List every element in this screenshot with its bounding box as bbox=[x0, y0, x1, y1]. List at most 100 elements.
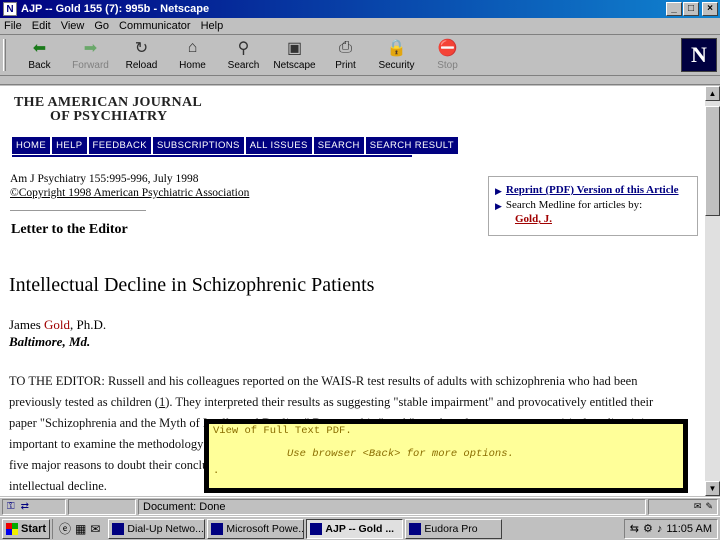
stop-icon: ⛔ bbox=[437, 40, 458, 57]
toolbar-label: Stop bbox=[437, 60, 458, 71]
task-label: Microsoft Powe... bbox=[226, 522, 305, 535]
maximize-button[interactable]: □ bbox=[683, 2, 699, 16]
nav-help[interactable]: HELP bbox=[52, 137, 87, 154]
windows-taskbar: Start ⓔ ▦ ✉ Dial-Up Netwo... Microsoft P… bbox=[0, 516, 720, 540]
toolbar-forward-button[interactable]: ➡ Forward bbox=[65, 36, 116, 71]
citation-block: Am J Psychiatry 155:995-996, July 1998 ©… bbox=[10, 172, 249, 200]
ie-icon[interactable]: ⓔ bbox=[59, 520, 71, 537]
journal-masthead[interactable]: THE AMERICAN JOURNAL OF PSYCHIATRY bbox=[14, 96, 202, 124]
medline-author-link[interactable]: Gold, J. bbox=[495, 213, 691, 225]
task-powerpoint[interactable]: Microsoft Powe... bbox=[207, 518, 305, 539]
site-nav: HOME HELP FEEDBACK SUBSCRIPTIONS ALL ISS… bbox=[12, 137, 458, 154]
toolbar-label: Search bbox=[227, 60, 260, 71]
vertical-scrollbar[interactable]: ▲ ▼ bbox=[705, 86, 720, 496]
toolbar-netscape-button[interactable]: ▣ Netscape bbox=[269, 36, 320, 71]
nav-divider bbox=[12, 155, 412, 157]
medline-row: ▶ Search Medline for articles by: bbox=[495, 198, 691, 213]
body-text-segment: previously tested as children ( bbox=[9, 395, 159, 409]
author-suffix: , Ph.D. bbox=[70, 317, 107, 332]
toolbar-label: Security bbox=[378, 60, 415, 71]
task-label: Eudora Pro bbox=[424, 522, 478, 535]
netscape-task-icon bbox=[310, 522, 323, 535]
toolbar-search-button[interactable]: ⚲ Search bbox=[218, 36, 269, 71]
nav-all-issues[interactable]: ALL ISSUES bbox=[245, 137, 312, 154]
scroll-up-button[interactable]: ▲ bbox=[705, 86, 720, 101]
print-icon: ⎙ bbox=[339, 39, 352, 56]
task-label: Dial-Up Netwo... bbox=[127, 522, 204, 535]
toolbar-home-button[interactable]: ⌂ Home bbox=[167, 36, 218, 71]
pdf-notice-popup: View of Full Text PDF. Use browser <Back… bbox=[204, 419, 688, 493]
article-tools-box: ▶ Reprint (PDF) Version of this Article … bbox=[488, 176, 698, 236]
clock[interactable]: 11:05 AM bbox=[666, 523, 712, 535]
speaker-icon[interactable]: ♪ bbox=[657, 523, 663, 535]
online-icon[interactable]: ⇄ bbox=[21, 501, 29, 512]
security-key-icon[interactable]: ⚿ bbox=[7, 501, 15, 512]
nav-home[interactable]: HOME bbox=[12, 137, 51, 154]
windows-flag-icon bbox=[6, 522, 18, 535]
menu-view[interactable]: View bbox=[61, 20, 85, 32]
close-button[interactable]: × bbox=[702, 2, 718, 16]
menu-edit[interactable]: Edit bbox=[32, 20, 51, 32]
toolbar-stop-button[interactable]: ⛔ Stop bbox=[422, 36, 473, 71]
reprint-pdf-link[interactable]: Reprint (PDF) Version of this Article bbox=[506, 183, 679, 197]
toolbar-label: Home bbox=[179, 60, 206, 71]
back-arrow-icon: ⬅ bbox=[32, 40, 47, 57]
window-title: AJP -- Gold 155 (7): 995b - Netscape bbox=[21, 3, 210, 15]
outlook-icon[interactable]: ✉ bbox=[90, 522, 100, 536]
minimize-button[interactable]: _ bbox=[666, 2, 682, 16]
toolbar-label: Forward bbox=[72, 60, 109, 71]
lock-icon: 🔒 bbox=[386, 40, 407, 57]
network-icon[interactable]: ⇆ bbox=[630, 522, 639, 535]
toolbar-security-button[interactable]: 🔒 Security bbox=[371, 36, 422, 71]
desktop-icon[interactable]: ▦ bbox=[75, 522, 86, 536]
citation-text: Am J Psychiatry 155:995-996, July 1998 bbox=[10, 173, 199, 185]
netscape-app-icon[interactable]: N bbox=[3, 2, 17, 16]
task-netscape[interactable]: AJP -- Gold ... bbox=[306, 518, 404, 539]
start-button[interactable]: Start bbox=[2, 518, 50, 539]
nav-search-result[interactable]: SEARCH RESULT bbox=[365, 137, 458, 154]
body-line: previously tested as children (1). They … bbox=[9, 392, 699, 413]
journal-title-line2: OF PSYCHIATRY bbox=[50, 109, 168, 124]
scroll-thumb[interactable] bbox=[705, 106, 720, 216]
toolbar-label: Print bbox=[335, 60, 356, 71]
menu-help[interactable]: Help bbox=[201, 20, 224, 32]
nav-subscriptions[interactable]: SUBSCRIPTIONS bbox=[152, 137, 244, 154]
mail-icon[interactable]: ✉ bbox=[694, 501, 702, 512]
task-eudora[interactable]: Eudora Pro bbox=[405, 518, 503, 539]
toolbar-grip[interactable] bbox=[3, 39, 6, 71]
toolbar-label: Netscape bbox=[273, 60, 316, 71]
menu-file[interactable]: File bbox=[4, 20, 22, 32]
task-label: AJP -- Gold ... bbox=[325, 522, 395, 535]
search-icon: ⚲ bbox=[237, 40, 250, 57]
collapsed-location-bar[interactable] bbox=[0, 77, 720, 85]
popup-line-2: Use browser <Back> for more options. bbox=[287, 448, 514, 460]
progress-bar bbox=[68, 498, 136, 515]
menu-bar: File Edit View Go Communicator Help bbox=[0, 18, 720, 35]
menu-communicator[interactable]: Communicator bbox=[119, 20, 191, 32]
author-affiliation: Baltimore, Md. bbox=[9, 334, 91, 349]
system-tray: ⇆ ⚙ ♪ 11:05 AM bbox=[623, 518, 718, 539]
nav-search[interactable]: SEARCH bbox=[313, 137, 364, 154]
journal-title-line1: THE AMERICAN JOURNAL bbox=[14, 95, 203, 110]
status-text: Document: Done bbox=[138, 498, 646, 515]
status-bar: ⚿ ⇄ Document: Done ✉ ✎ bbox=[0, 497, 720, 515]
tools-icon[interactable]: ⚙ bbox=[643, 522, 653, 535]
toolbar-back-button[interactable]: ⬅ Back bbox=[14, 36, 65, 71]
netscape-logo[interactable]: N bbox=[681, 38, 717, 72]
powerpoint-icon bbox=[211, 522, 224, 535]
toolbar-reload-button[interactable]: ↻ Reload bbox=[116, 36, 167, 71]
popup-line-1: View of Full Text PDF. bbox=[213, 425, 352, 437]
task-dialup[interactable]: Dial-Up Netwo... bbox=[108, 518, 206, 539]
medline-search-label: Search Medline for articles by: bbox=[505, 199, 643, 211]
body-line: TO THE EDITOR: Russell and his colleague… bbox=[9, 374, 638, 388]
copyright-link[interactable]: ©Copyright 1998 American Psychiatric Ass… bbox=[10, 186, 249, 200]
window-controls: _ □ × bbox=[666, 2, 718, 16]
scroll-down-button[interactable]: ▼ bbox=[705, 481, 720, 496]
composer-icon[interactable]: ✎ bbox=[705, 501, 713, 512]
toolbar-print-button[interactable]: ⎙ Print bbox=[320, 36, 371, 71]
nav-feedback[interactable]: FEEDBACK bbox=[88, 137, 151, 154]
section-heading: Letter to the Editor bbox=[11, 222, 128, 237]
menu-go[interactable]: Go bbox=[94, 20, 109, 32]
triangle-bullet-icon: ▶ bbox=[495, 201, 502, 211]
triangle-bullet-icon: ▶ bbox=[495, 186, 502, 196]
